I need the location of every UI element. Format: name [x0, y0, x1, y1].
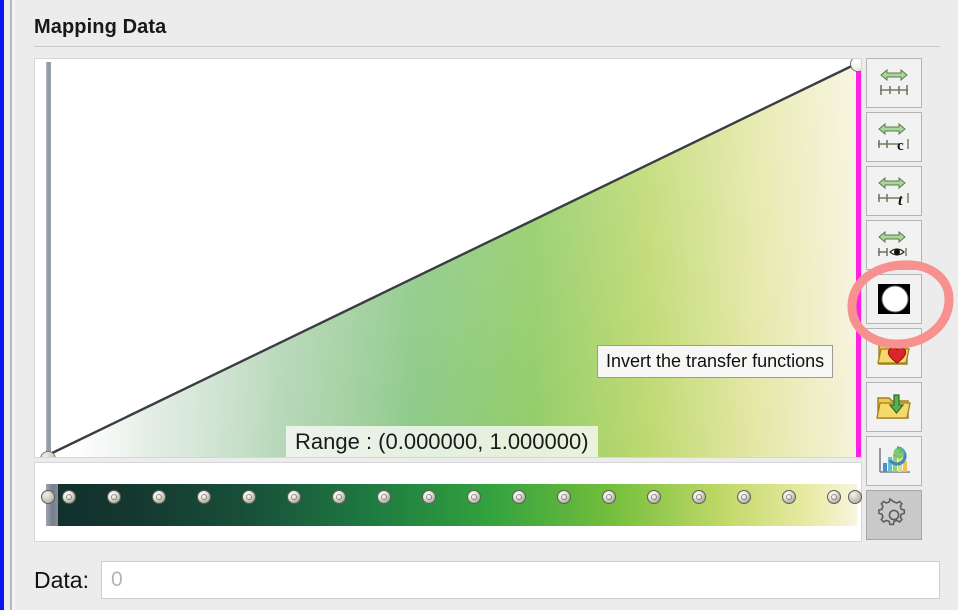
control-point-center — [831, 494, 838, 500]
svg-text:c: c — [897, 138, 904, 154]
control-point-center — [651, 494, 658, 500]
control-point-center — [380, 494, 387, 500]
control-point-center — [606, 494, 613, 500]
gear-icon — [876, 497, 912, 533]
range-readout: Range : (0.000000, 1.000000) — [286, 426, 598, 457]
rescale-opacity-map-button[interactable]: t — [866, 166, 922, 216]
control-point-center — [425, 494, 432, 500]
arrows-ruler-eye-icon — [875, 228, 913, 262]
save-to-preset-button[interactable] — [866, 382, 922, 432]
color-map-editor[interactable] — [34, 462, 862, 542]
control-point-center — [516, 494, 523, 500]
control-point-center — [65, 494, 72, 500]
rescale-to-visible-range-button[interactable] — [866, 220, 922, 270]
page-title: Mapping Data — [34, 16, 167, 38]
color-map-start-handle[interactable] — [41, 490, 55, 504]
invert-circle-icon — [875, 281, 913, 317]
colorbar-control-point[interactable] — [286, 490, 301, 504]
color-map-end-handle[interactable] — [848, 490, 862, 504]
histogram-refresh-icon — [875, 444, 913, 478]
colorbar-control-point[interactable] — [61, 490, 76, 504]
arrows-ruler-c-icon: c — [875, 120, 913, 154]
folder-heart-icon — [875, 336, 913, 370]
colorbar-control-point[interactable] — [151, 490, 166, 504]
left-range-boundary-handle[interactable] — [46, 62, 51, 457]
transfer-function-toolbar[interactable]: c t — [866, 58, 926, 544]
rescale-color-map-button[interactable]: c — [866, 112, 922, 162]
opacity-control-point-end[interactable] — [850, 59, 861, 72]
control-point-center — [110, 494, 117, 500]
data-row: Data: — [34, 560, 940, 600]
transfer-function-settings-button[interactable] — [866, 490, 922, 540]
colorbar-control-point[interactable] — [331, 490, 346, 504]
colorbar-control-point[interactable] — [376, 490, 391, 504]
arrows-ruler-icon — [875, 66, 913, 100]
data-label: Data: — [34, 566, 89, 593]
colorbar-control-point[interactable] — [512, 490, 527, 504]
folder-download-icon — [875, 390, 913, 424]
colorbar-control-point[interactable] — [421, 490, 436, 504]
title-separator — [34, 46, 940, 47]
tooltip: Invert the transfer functions — [597, 345, 834, 378]
svg-text:t: t — [898, 192, 903, 208]
colorbar-control-point[interactable] — [467, 490, 482, 504]
control-point-center — [696, 494, 703, 500]
control-point-center — [290, 494, 297, 500]
color-map-gradient[interactable] — [46, 484, 857, 526]
control-point-center — [471, 494, 478, 500]
right-range-boundary-handle[interactable] — [856, 61, 861, 457]
colorbar-control-point[interactable] — [196, 490, 211, 504]
reset-histogram-button[interactable] — [866, 436, 922, 486]
transfer-function-editor[interactable]: Range : (0.000000, 1.000000) — [34, 58, 862, 458]
colorbar-control-point[interactable] — [241, 490, 256, 504]
rescale-to-data-range-button[interactable] — [866, 58, 922, 108]
control-point-center — [786, 494, 793, 500]
colorbar-control-point[interactable] — [106, 490, 121, 504]
control-point-center — [200, 494, 207, 500]
opacity-ramp-plot[interactable] — [35, 59, 862, 458]
choose-preset-button[interactable] — [866, 328, 922, 378]
control-point-center — [741, 494, 748, 500]
arrows-ruler-t-icon: t — [875, 174, 913, 208]
invert-transfer-functions-button[interactable] — [866, 274, 922, 324]
control-point-center — [561, 494, 568, 500]
control-point-center — [155, 494, 162, 500]
data-input[interactable] — [100, 561, 940, 599]
mapping-data-panel: Mapping Data Range: (0.000000, 1.000000… — [0, 0, 958, 610]
panel-divider-highlight — [12, 0, 15, 610]
control-point-center — [335, 494, 342, 500]
control-point-center — [245, 494, 252, 500]
